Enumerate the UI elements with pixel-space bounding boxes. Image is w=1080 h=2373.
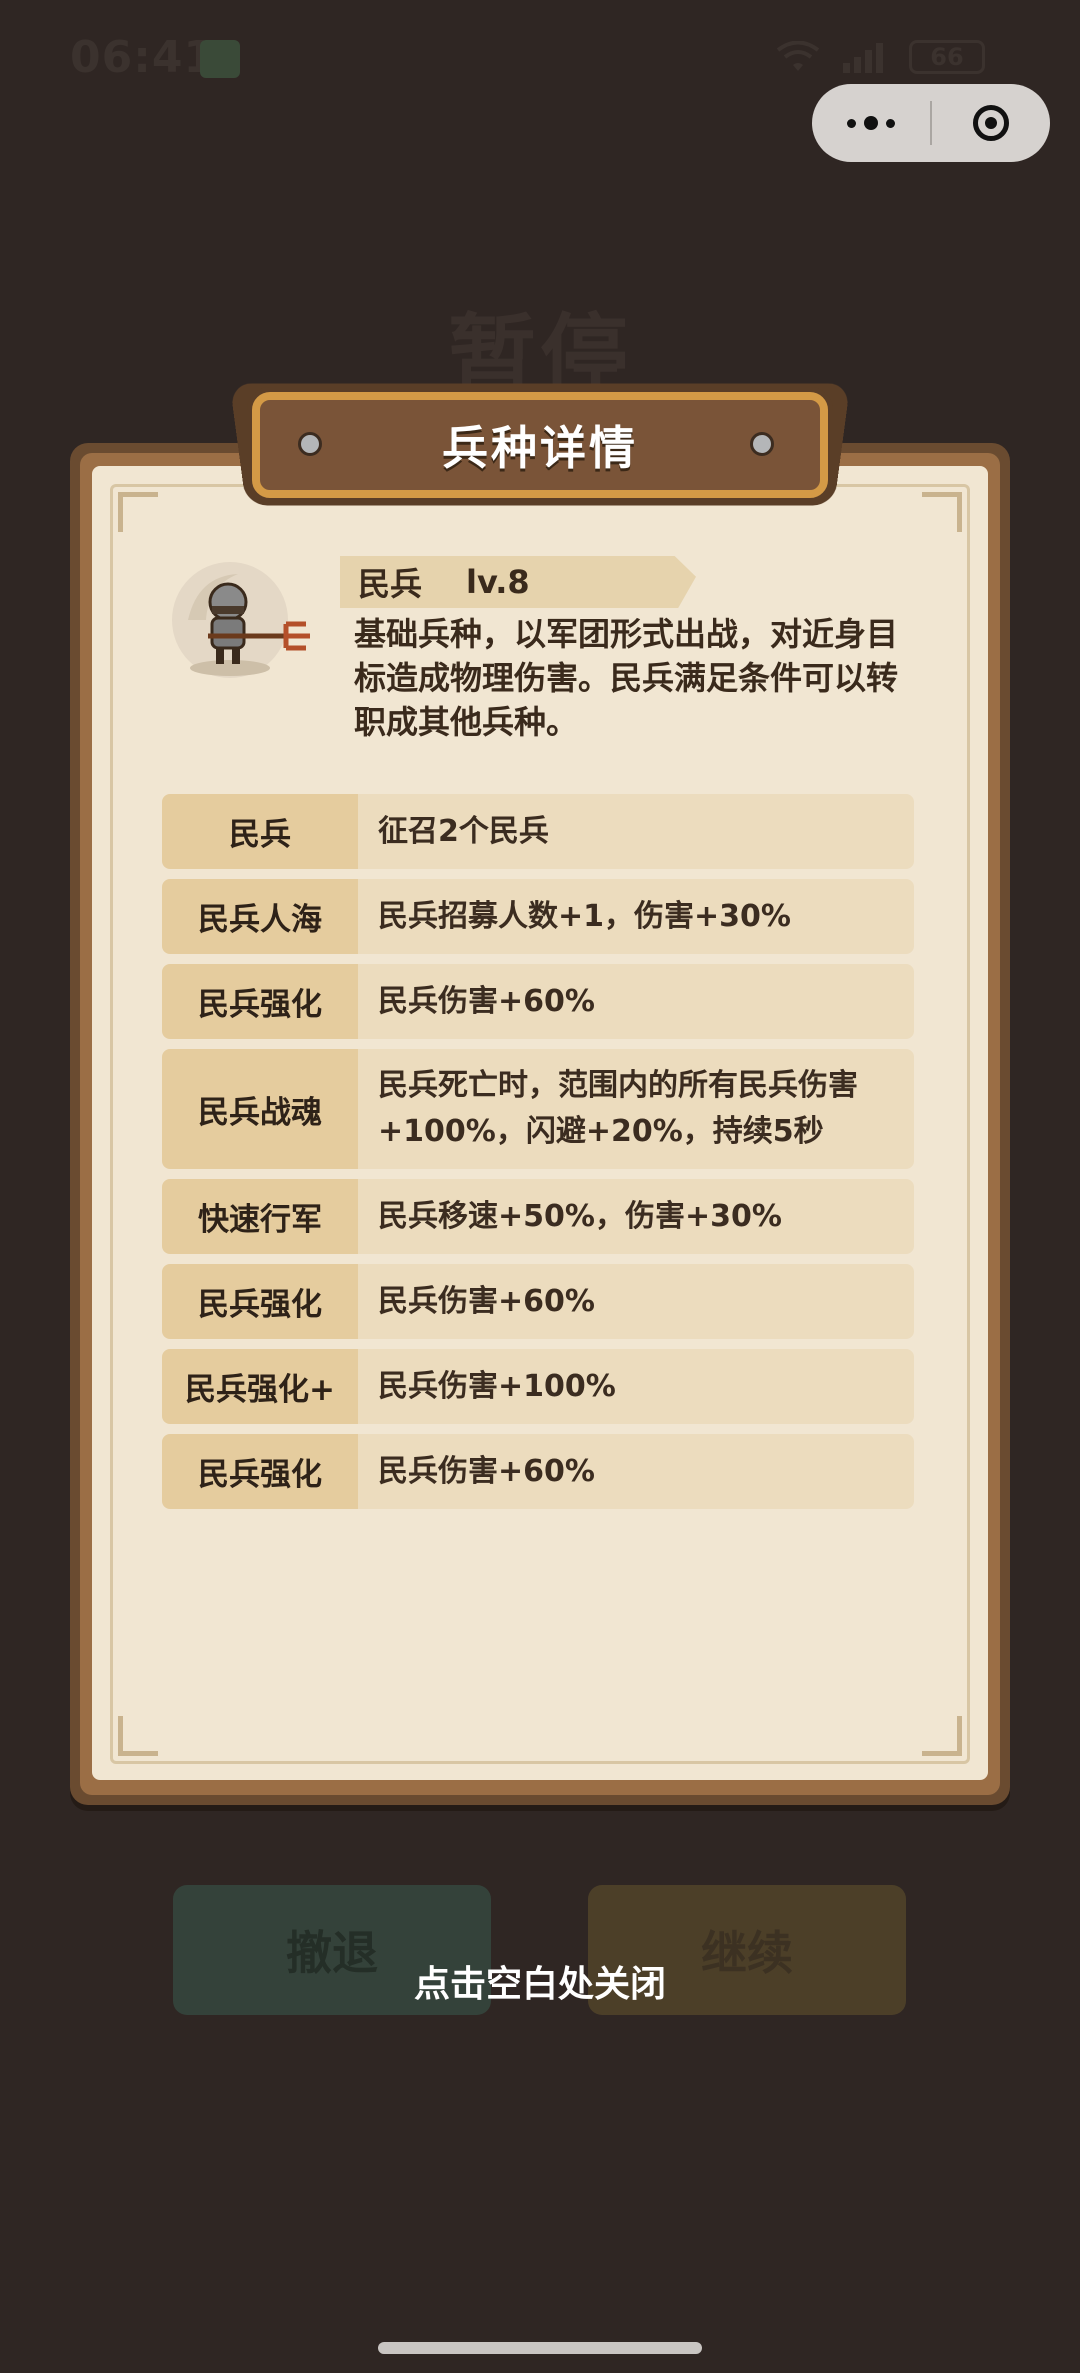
skill-effect: 民兵死亡时，范围内的所有民兵伤害+100%，闪避+20%，持续5秒 — [358, 1049, 914, 1169]
skill-list: 民兵 征召2个民兵 民兵人海 民兵招募人数+1，伤害+30% 民兵强化 民兵伤害… — [162, 794, 914, 1519]
target-close-icon[interactable] — [932, 105, 1050, 141]
unit-name: 民兵 — [358, 565, 423, 603]
notification-icon — [200, 40, 240, 78]
close-hint[interactable]: 点击空白处关闭 — [0, 1955, 1080, 2007]
corner-ornament — [118, 1716, 158, 1756]
skill-effect: 民兵伤害+60% — [358, 1264, 914, 1339]
skill-name: 民兵 — [162, 794, 358, 869]
skill-effect: 民兵伤害+60% — [358, 964, 914, 1039]
skill-row: 民兵强化 民兵伤害+60% — [162, 1434, 914, 1509]
unit-name-tag: 民兵 lv.8 — [340, 556, 696, 608]
skill-name: 民兵人海 — [162, 879, 358, 954]
status-time: 06:41 — [70, 32, 216, 83]
skill-row: 快速行军 民兵移速+50%，伤害+30% — [162, 1179, 914, 1254]
miniprogram-capsule — [812, 84, 1050, 162]
unit-description: 基础兵种，以军团形式出战，对近身目标造成物理伤害。民兵满足条件可以转职成其他兵种… — [354, 615, 899, 741]
battery-icon: 66 — [909, 40, 985, 74]
skill-effect: 民兵招募人数+1，伤害+30% — [358, 879, 914, 954]
skill-name: 民兵强化+ — [162, 1349, 358, 1424]
corner-ornament — [922, 492, 962, 532]
signal-icon — [843, 43, 883, 73]
home-indicator[interactable] — [378, 2342, 702, 2354]
skill-effect: 民兵伤害+100% — [358, 1349, 914, 1424]
status-icons: 66 — [775, 40, 985, 74]
skill-effect: 民兵伤害+60% — [358, 1434, 914, 1509]
skill-name: 民兵强化 — [162, 1434, 358, 1509]
skill-name: 民兵战魂 — [162, 1049, 358, 1169]
rivet-icon — [298, 432, 322, 456]
skill-name: 快速行军 — [162, 1179, 358, 1254]
dialog-title: 兵种详情 — [442, 421, 638, 475]
skill-row: 民兵 征召2个民兵 — [162, 794, 914, 869]
skill-row: 民兵战魂 民兵死亡时，范围内的所有民兵伤害+100%，闪避+20%，持续5秒 — [162, 1049, 914, 1169]
skill-row: 民兵人海 民兵招募人数+1，伤害+30% — [162, 879, 914, 954]
skill-effect: 民兵移速+50%，伤害+30% — [358, 1179, 914, 1254]
rivet-icon — [750, 432, 774, 456]
skill-name: 民兵强化 — [162, 1264, 358, 1339]
skill-row: 民兵强化 民兵伤害+60% — [162, 964, 914, 1039]
skill-effect: 征召2个民兵 — [358, 794, 914, 869]
battery-level: 66 — [930, 43, 964, 71]
wifi-icon — [776, 41, 820, 71]
skill-name: 民兵强化 — [162, 964, 358, 1039]
skill-row: 民兵强化+ 民兵伤害+100% — [162, 1349, 914, 1424]
unit-level: lv.8 — [466, 563, 530, 601]
corner-ornament — [118, 492, 158, 532]
corner-ornament — [922, 1716, 962, 1756]
skill-row: 民兵强化 民兵伤害+60% — [162, 1264, 914, 1339]
more-dots-icon[interactable] — [812, 116, 930, 130]
militia-soldier-icon — [172, 562, 310, 678]
